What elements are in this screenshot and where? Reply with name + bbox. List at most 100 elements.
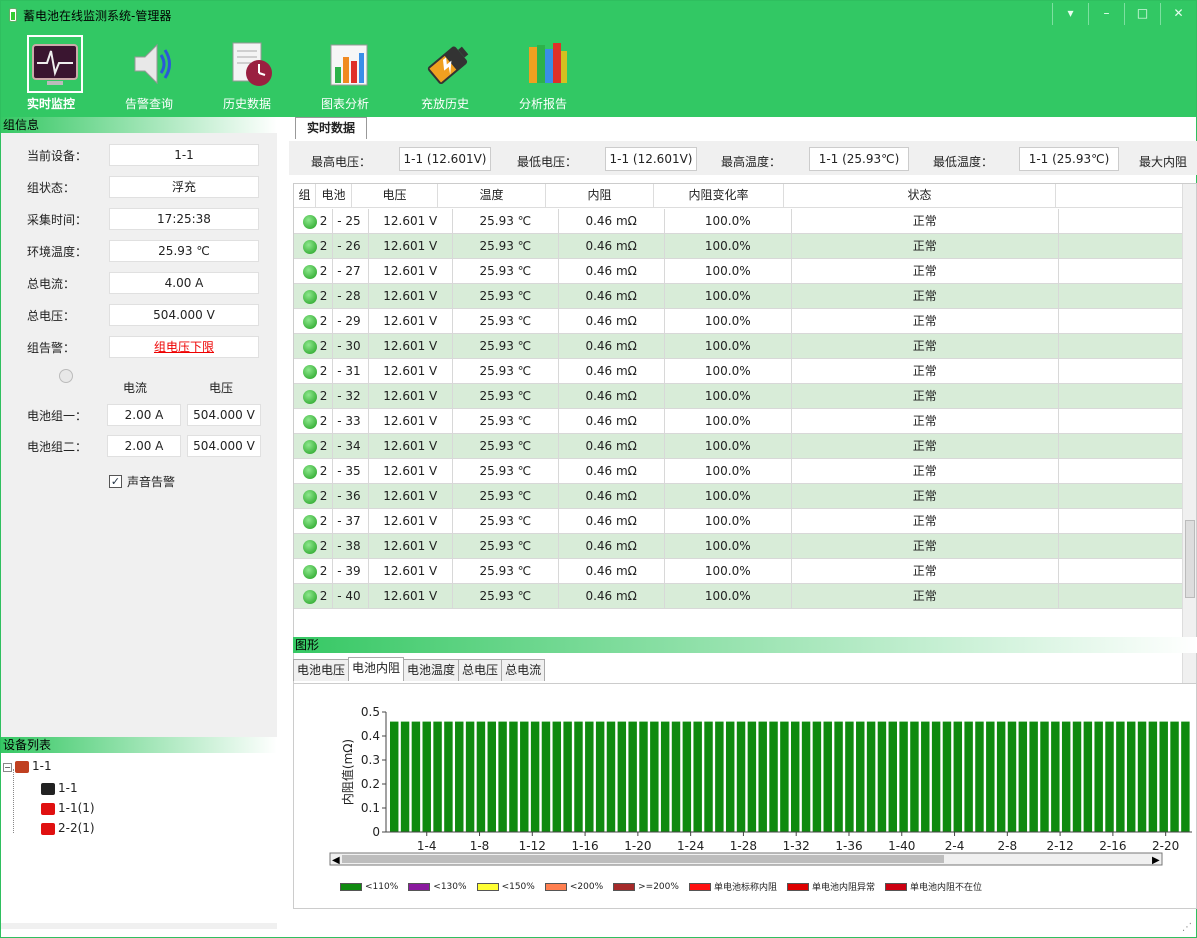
cell-status: 正常 [792,459,1059,483]
status-dot-icon [302,364,317,379]
toolbar-analysis-report[interactable]: 分析报告 [503,35,583,115]
maximize-button[interactable]: □ [1124,3,1160,25]
table-row[interactable]: 2 - 38 12.601 V 25.93 ℃ 0.46 mΩ 100.0% 正常 [294,534,1182,559]
cell-battery: - 31 [333,359,369,383]
x-tick-label: 1-4 [417,839,437,853]
chart-bar [617,721,627,832]
close-button[interactable]: ✕ [1160,3,1196,25]
cell-voltage: 12.601 V [369,534,453,558]
chart-bar [834,721,843,832]
graphics-tabs: 电池电压 电池内阻 电池温度 总电压 总电流 [293,657,546,681]
cell-res: 0.46 mΩ [559,359,665,383]
chart-bar [693,721,702,832]
table-row[interactable]: 2 - 33 12.601 V 25.93 ℃ 0.46 mΩ 100.0% 正常 [294,409,1182,434]
cell-rate: 100.0% [665,434,792,458]
y-tick-label: 0.1 [361,801,380,815]
table-row[interactable]: 2 - 39 12.601 V 25.93 ℃ 0.46 mΩ 100.0% 正常 [294,559,1182,584]
toolbar-charge-history[interactable]: 充放历史 [405,35,485,115]
chart-bar [845,721,854,832]
tab-cell-voltage[interactable]: 电池电压 [293,659,350,681]
chart-bar [1051,721,1060,832]
table-row[interactable]: 2 - 31 12.601 V 25.93 ℃ 0.46 mΩ 100.0% 正常 [294,359,1182,384]
cell-extra [1059,434,1182,458]
monitor-icon [27,35,83,93]
col-header-cell[interactable]: 电池 [316,184,352,208]
table-row[interactable]: 2 - 34 12.601 V 25.93 ℃ 0.46 mΩ 100.0% 正常 [294,434,1182,459]
menu-dropdown-button[interactable]: ▾ [1052,3,1088,25]
chart-bar [986,721,995,832]
table-row[interactable]: 2 - 29 12.601 V 25.93 ℃ 0.46 mΩ 100.0% 正常 [294,309,1182,334]
col-header-status[interactable]: 状态 [784,184,1056,208]
table-row[interactable]: 2 - 25 12.601 V 25.93 ℃ 0.46 mΩ 100.0% 正常 [294,209,1182,234]
x-tick-label: 2-12 [1046,839,1073,853]
cell-rate: 100.0% [665,384,792,408]
cell-group: 2 [319,589,328,603]
y-tick-label: 0.3 [361,753,380,767]
status-dot-icon [302,489,317,504]
tree-node-label: 1-1 [32,759,52,773]
status-indicator-dot [59,369,73,383]
toolbar-realtime-monitor[interactable]: 实时监控 [11,35,91,115]
max-resistance-label: 最大内阻 [1139,155,1188,169]
tree-node-device[interactable]: 1-1 [41,779,78,797]
cell-voltage: 12.601 V [369,384,453,408]
chart-bar [758,721,767,832]
toolbar-history-data[interactable]: 历史数据 [207,35,287,115]
toolbar-chart-analysis[interactable]: 图表分析 [305,35,385,115]
status-dot-icon [302,464,317,479]
tree-node-device[interactable]: 2-2(1) [41,819,95,837]
tree-node-station[interactable]: − 1-1 [3,757,52,775]
legend-swatch [688,882,711,891]
cell-rate: 100.0% [665,334,792,358]
cell-temp: 25.93 ℃ [453,409,559,433]
books-icon [529,43,567,83]
cell-extra [1059,509,1182,533]
tab-total-current[interactable]: 总电流 [501,659,546,681]
table-row[interactable]: 2 - 35 12.601 V 25.93 ℃ 0.46 mΩ 100.0% 正常 [294,459,1182,484]
tab-realtime-data[interactable]: 实时数据 [295,117,367,139]
cell-rate: 100.0% [665,534,792,558]
cell-temp: 25.93 ℃ [453,259,559,283]
tab-cell-resistance[interactable]: 电池内阻 [348,657,405,681]
cell-rate: 100.0% [665,259,792,283]
status-dot-icon [302,439,317,454]
scroll-thumb[interactable] [1185,520,1195,598]
chart-bar [736,721,746,832]
table-row[interactable]: 2 - 37 12.601 V 25.93 ℃ 0.46 mΩ 100.0% 正常 [294,509,1182,534]
chart-bar [1126,721,1136,832]
table-row[interactable]: 2 - 28 12.601 V 25.93 ℃ 0.46 mΩ 100.0% 正常 [294,284,1182,309]
col-header-resistance[interactable]: 内阻 [546,184,654,208]
cell-extra [1059,259,1182,283]
table-row[interactable]: 2 - 26 12.601 V 25.93 ℃ 0.46 mΩ 100.0% 正常 [294,234,1182,259]
y-tick-label: 0 [372,825,380,839]
sound-alarm-checkbox[interactable]: ✓ [109,475,122,488]
x-tick-label: 2-8 [998,839,1018,853]
tree-node-device[interactable]: 1-1(1) [41,799,95,817]
device-list-header: 设备列表 [1,737,277,753]
grid-vertical-scrollbar[interactable] [1182,184,1196,714]
tree-node-label: 2-2(1) [58,821,95,835]
table-row[interactable]: 2 - 36 12.601 V 25.93 ℃ 0.46 mΩ 100.0% 正常 [294,484,1182,509]
minimize-button[interactable]: – [1088,3,1124,25]
tab-cell-temperature[interactable]: 电池温度 [403,659,460,681]
table-row[interactable]: 2 - 27 12.601 V 25.93 ℃ 0.46 mΩ 100.0% 正常 [294,259,1182,284]
chart-bar [639,721,648,832]
cell-voltage: 12.601 V [369,209,453,233]
table-row[interactable]: 2 - 32 12.601 V 25.93 ℃ 0.46 mΩ 100.0% 正常 [294,384,1182,409]
cell-extra [1059,359,1182,383]
col-header-temperature[interactable]: 温度 [438,184,546,208]
col-header-resistance-rate[interactable]: 内阻变化率 [654,184,784,208]
collapse-icon[interactable]: − [3,763,12,772]
toolbar-alarm-query[interactable]: 告警查询 [109,35,189,115]
col-header-group[interactable]: 组 [294,184,316,208]
col-header-voltage[interactable]: 电压 [352,184,438,208]
table-row[interactable]: 2 - 30 12.601 V 25.93 ℃ 0.46 mΩ 100.0% 正常 [294,334,1182,359]
table-row[interactable]: 2 - 40 12.601 V 25.93 ℃ 0.46 mΩ 100.0% 正常 [294,584,1182,609]
cell-group: 2 [319,339,328,353]
tab-total-voltage[interactable]: 总电压 [458,659,503,681]
sound-alarm-option[interactable]: ✓ 声音告警 [109,473,175,490]
group-current-value: 2.00 A [107,435,181,457]
resize-grip[interactable]: ⋰ [1182,922,1192,933]
cell-rate: 100.0% [665,234,792,258]
group-alarm-link[interactable]: 组电压下限 [109,336,259,358]
